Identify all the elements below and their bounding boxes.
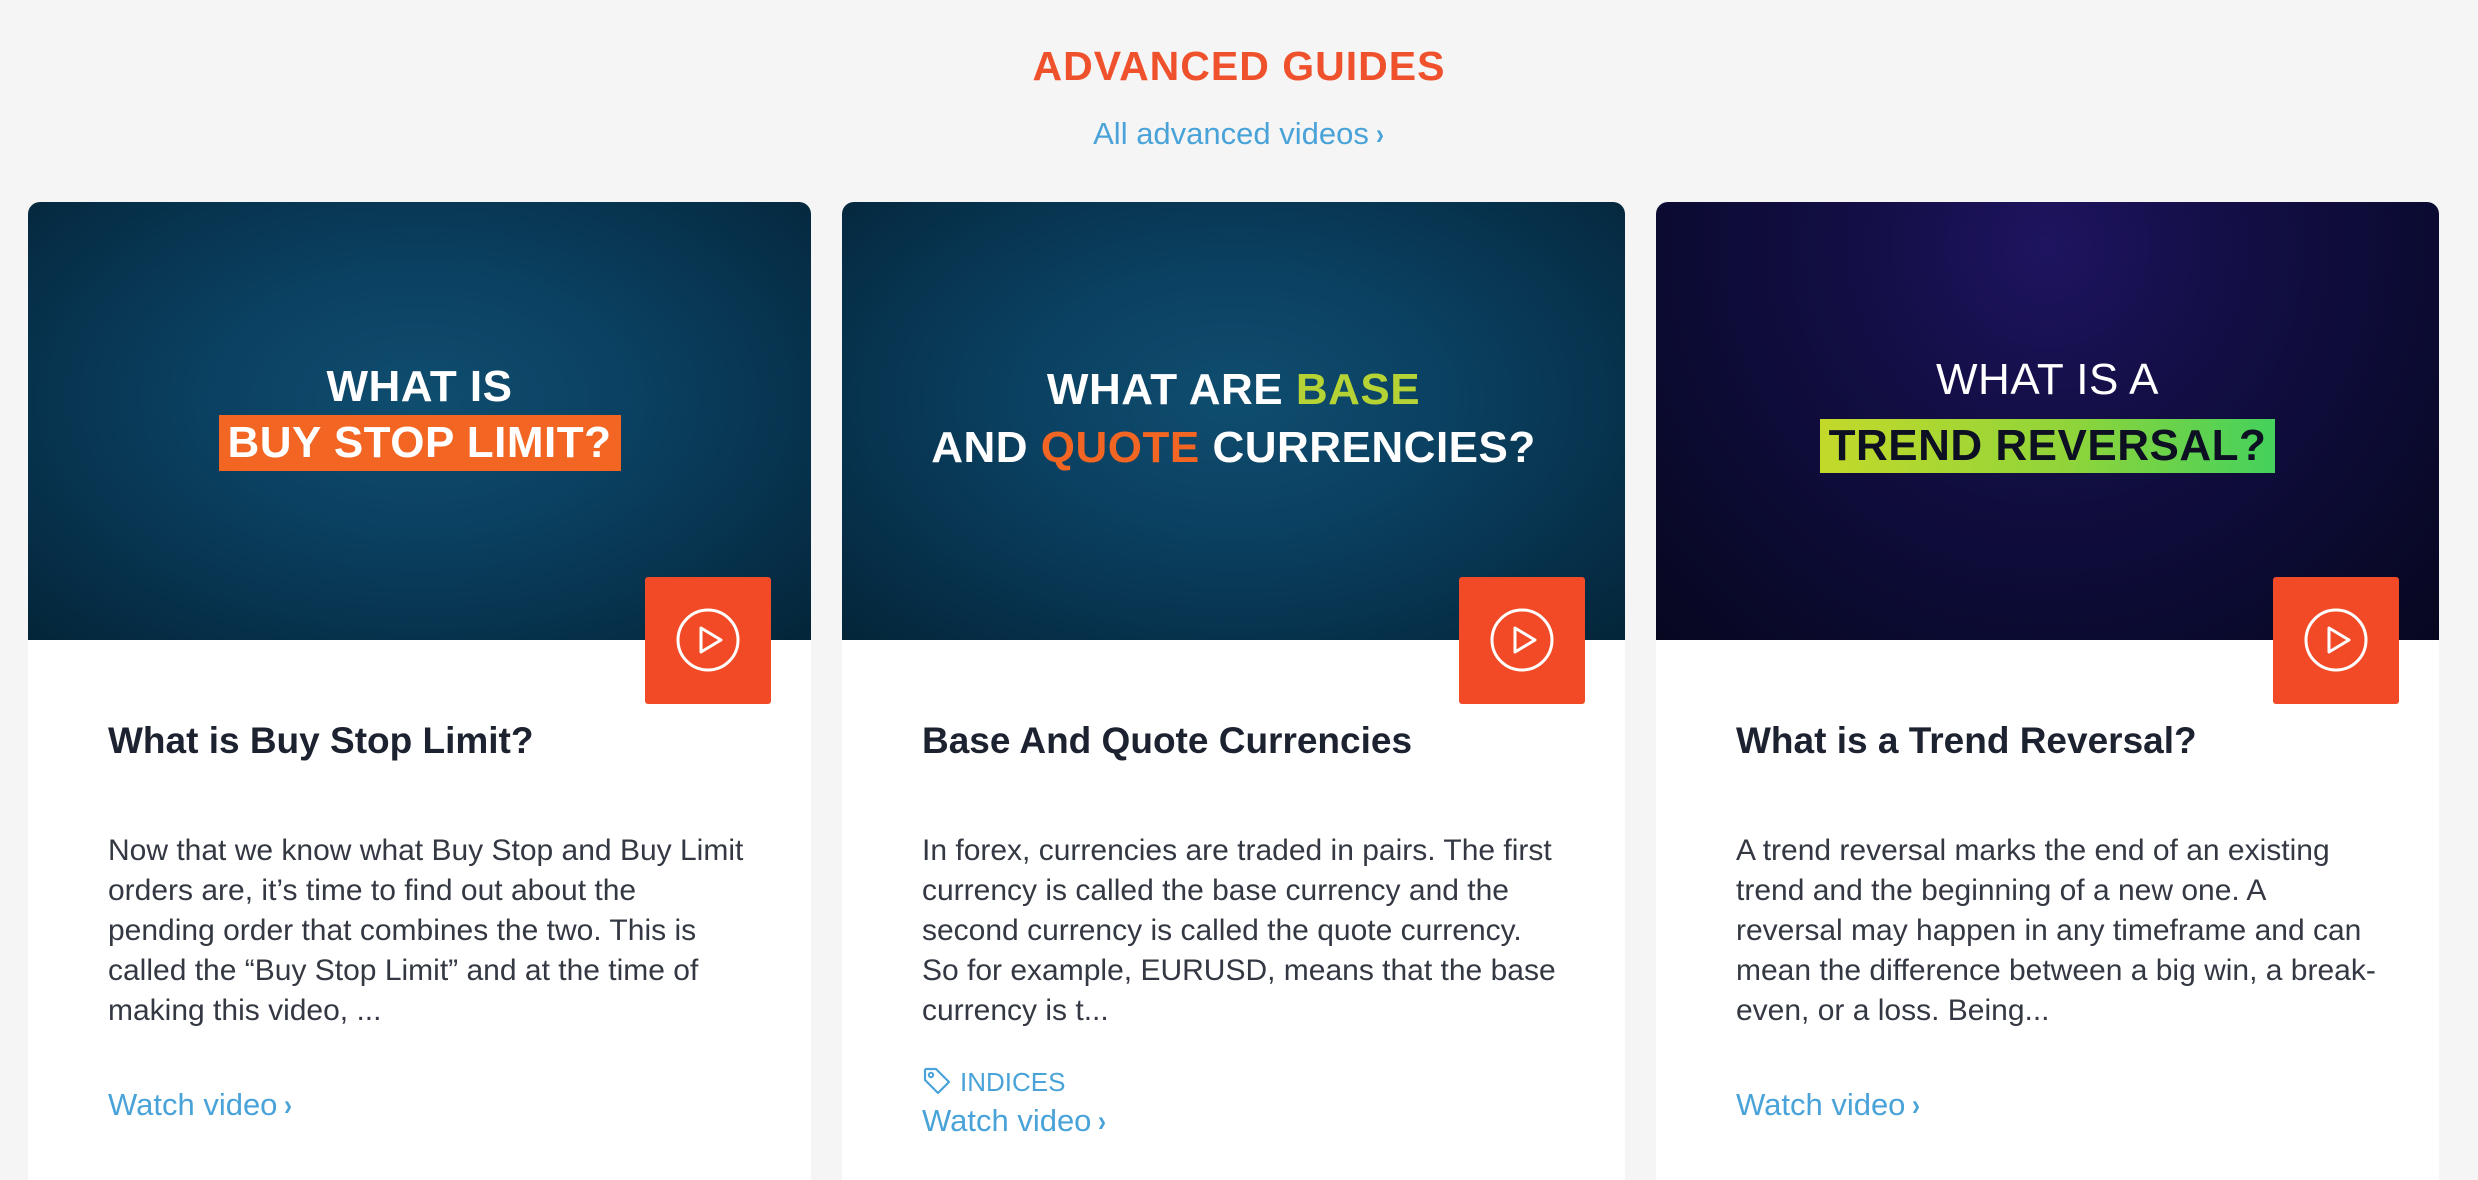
play-button[interactable] bbox=[2273, 577, 2399, 704]
watch-video-label: Watch video bbox=[108, 1087, 278, 1122]
thumbnail-text: AND bbox=[931, 423, 1041, 472]
thumbnail-highlight: QUOTE bbox=[1040, 423, 1200, 472]
thumbnail-line-1: WHAT IS bbox=[326, 362, 513, 411]
chevron-right-icon: › bbox=[1912, 1089, 1921, 1122]
tag-link-indices[interactable]: INDICES bbox=[922, 1064, 1065, 1100]
thumbnail-highlight: BASE bbox=[1295, 365, 1421, 414]
card-description: In forex, currencies are traded in pairs… bbox=[922, 834, 1556, 1027]
thumbnail-line-1: WHAT ARE BASE bbox=[842, 362, 1625, 418]
chevron-right-icon: › bbox=[284, 1089, 293, 1122]
thumbnail-text: CURRENCIES? bbox=[1199, 423, 1536, 472]
thumbnail-highlight: TREND REVERSAL? bbox=[1819, 419, 2276, 473]
video-card-trend-reversal: WHAT IS A TREND REVERSAL? What is a Tren… bbox=[1656, 202, 2439, 1180]
watch-video-link[interactable]: Watch video › bbox=[108, 1084, 293, 1127]
card-title: Base And Quote Currencies bbox=[922, 720, 1413, 761]
card-description: Now that we know what Buy Stop and Buy L… bbox=[108, 834, 744, 1027]
thumbnail-line-2: TREND REVERSAL? bbox=[1656, 418, 2439, 474]
watch-video-label: Watch video bbox=[1736, 1087, 1906, 1122]
watch-video-label: Watch video bbox=[922, 1103, 1092, 1138]
section-title: ADVANCED GUIDES bbox=[1032, 43, 1446, 89]
card-description: A trend reversal marks the end of an exi… bbox=[1736, 834, 2376, 1027]
watch-video-link[interactable]: Watch video › bbox=[922, 1100, 1107, 1143]
play-circle-icon bbox=[2304, 608, 2368, 672]
thumbnail-highlight: BUY STOP LIMIT? bbox=[218, 415, 621, 471]
chevron-right-icon: › bbox=[1098, 1105, 1107, 1138]
advanced-guides-section: ADVANCED GUIDES All advanced videos › WHA… bbox=[0, 0, 2478, 1180]
all-advanced-videos-link[interactable]: All advanced videos › bbox=[0, 112, 2478, 157]
chevron-right-icon: › bbox=[1375, 118, 1384, 151]
play-button[interactable] bbox=[1459, 577, 1585, 704]
thumbnail-line-2: AND QUOTE CURRENCIES? bbox=[842, 420, 1625, 476]
play-circle-icon bbox=[676, 608, 740, 672]
all-videos-label: All advanced videos bbox=[1093, 116, 1369, 151]
thumbnail-line-2: BUY STOP LIMIT? bbox=[28, 415, 811, 471]
video-card-buy-stop-limit: WHAT IS BUY STOP LIMIT? What is Buy Stop… bbox=[28, 202, 811, 1180]
tag-icon bbox=[923, 1067, 951, 1095]
watch-video-link[interactable]: Watch video › bbox=[1736, 1084, 1921, 1127]
play-button[interactable] bbox=[645, 577, 771, 704]
video-card-base-quote-currencies: WHAT ARE BASE AND QUOTE CURRENCIES? Base… bbox=[842, 202, 1625, 1180]
play-circle-icon bbox=[1490, 608, 1554, 672]
card-title: What is Buy Stop Limit? bbox=[108, 720, 534, 761]
thumbnail-line-1: WHAT IS A bbox=[1936, 355, 2159, 404]
video-thumbnail[interactable]: WHAT IS A TREND REVERSAL? bbox=[1656, 202, 2439, 640]
thumbnail-text: WHAT ARE bbox=[1046, 365, 1296, 414]
card-title: What is a Trend Reversal? bbox=[1736, 720, 2197, 761]
tag-label: INDICES bbox=[960, 1067, 1066, 1097]
video-thumbnail[interactable]: WHAT IS BUY STOP LIMIT? bbox=[28, 202, 811, 640]
video-thumbnail[interactable]: WHAT ARE BASE AND QUOTE CURRENCIES? bbox=[842, 202, 1625, 640]
